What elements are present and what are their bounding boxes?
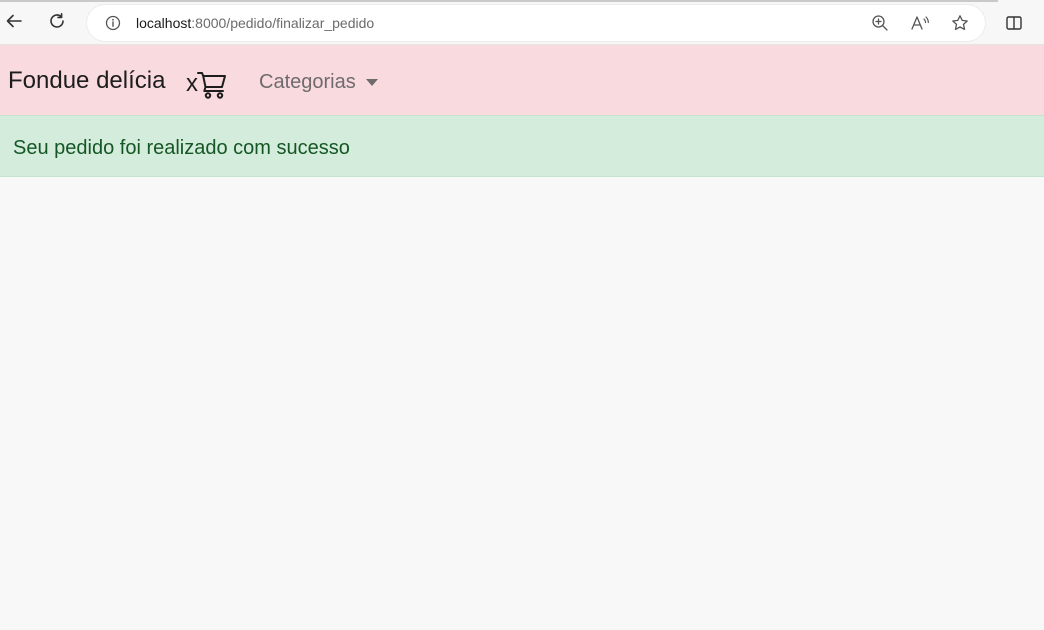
- caret-down-icon: [365, 78, 378, 86]
- reload-icon: [48, 12, 66, 35]
- url-text[interactable]: localhost:8000/pedido/finalizar_pedido: [136, 15, 374, 31]
- address-bar[interactable]: localhost:8000/pedido/finalizar_pedido: [87, 5, 985, 41]
- site-navbar: Fondue delícia x Categorias: [0, 45, 1044, 115]
- cart-icon: [196, 68, 228, 100]
- info-icon[interactable]: [104, 14, 122, 32]
- zoom-in-icon[interactable]: [870, 13, 890, 33]
- tab-strip-edge: [0, 0, 998, 2]
- arrow-left-icon: [5, 12, 23, 35]
- split-screen-icon[interactable]: [1003, 12, 1025, 34]
- url-path: :8000/pedido/finalizar_pedido: [191, 15, 375, 31]
- categorias-dropdown[interactable]: Categorias: [259, 69, 378, 95]
- cart-link[interactable]: x: [186, 67, 228, 101]
- browser-toolbar: localhost:8000/pedido/finalizar_pedido: [0, 0, 1044, 45]
- url-host: localhost: [136, 15, 192, 31]
- success-alert: Seu pedido foi realizado com sucesso: [0, 115, 1044, 177]
- read-aloud-icon[interactable]: [910, 13, 930, 33]
- dropdown-label: Categorias: [259, 71, 356, 93]
- back-button[interactable]: [1, 10, 27, 36]
- brand-link[interactable]: Fondue delícia: [8, 67, 165, 95]
- star-icon[interactable]: [950, 13, 970, 33]
- alert-message: Seu pedido foi realizado com sucesso: [13, 137, 350, 159]
- reload-button[interactable]: [44, 10, 70, 36]
